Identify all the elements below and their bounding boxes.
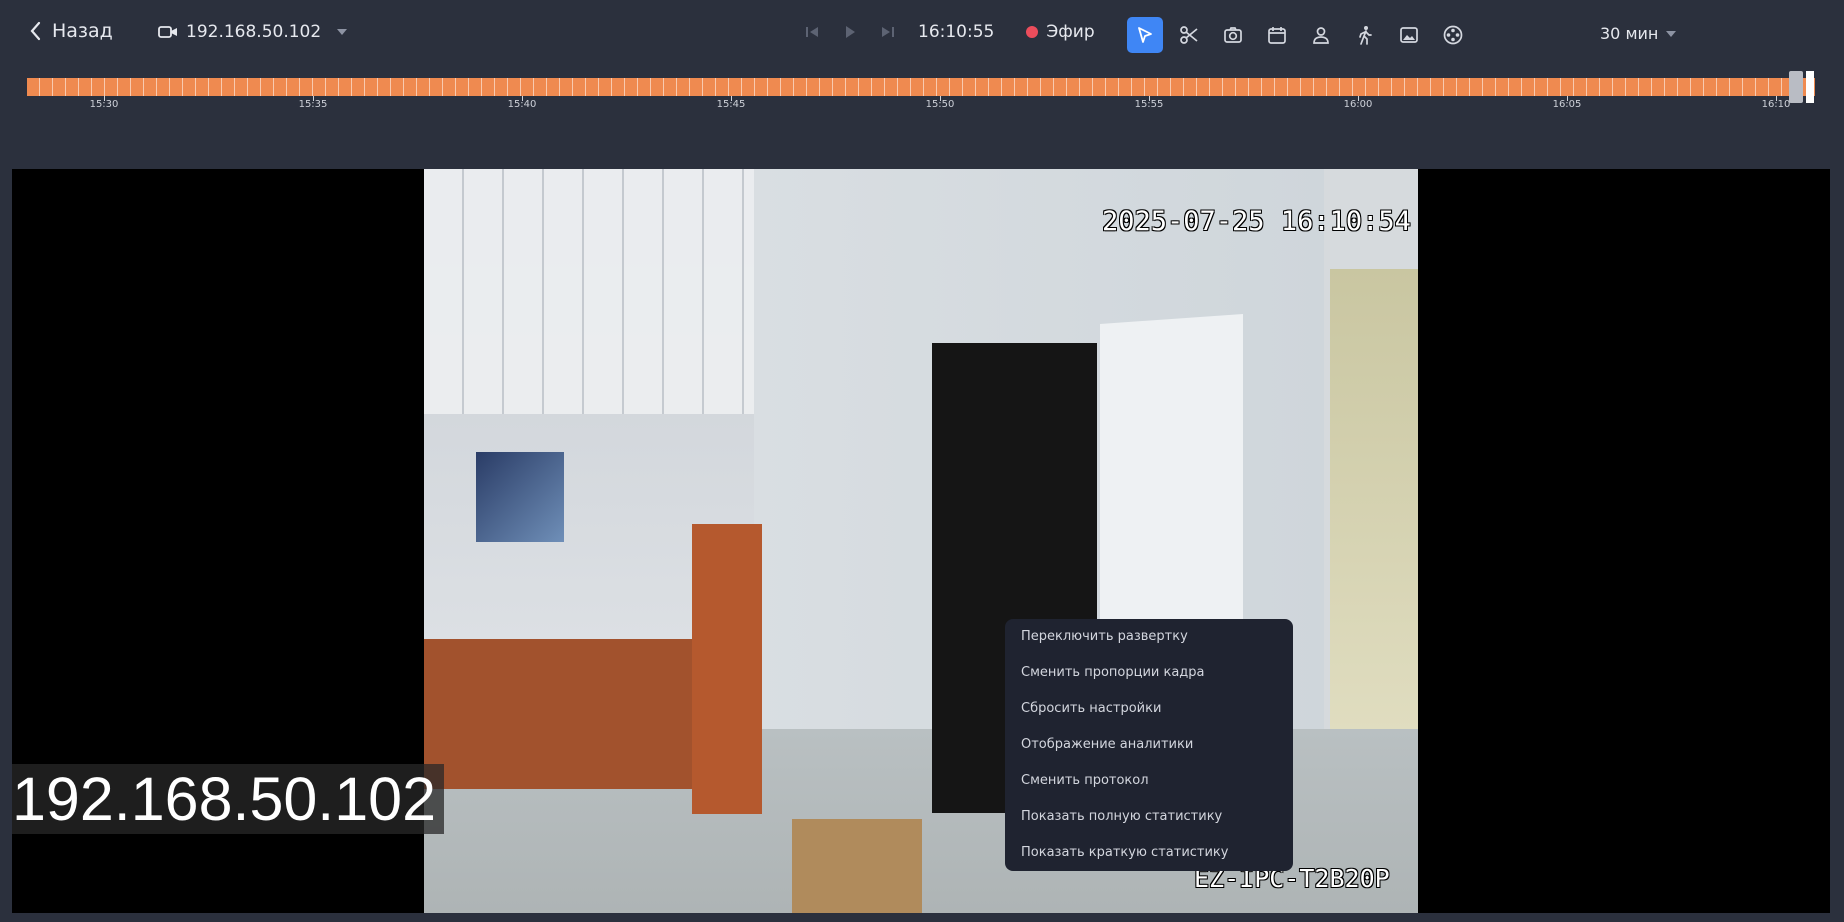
menu-item-reset-settings[interactable]: Сбросить настройки <box>1005 697 1293 733</box>
calendar-icon <box>1268 27 1286 44</box>
timeline-tick-label: 15:50 <box>925 99 955 110</box>
person-icon <box>1313 27 1329 44</box>
timeline-tick-label: 16:00 <box>1343 99 1373 110</box>
menu-item-analytics-display[interactable]: Отображение аналитики <box>1005 733 1293 769</box>
play-icon <box>846 26 855 38</box>
menu-item-switch-scan[interactable]: Переключить развертку <box>1005 625 1293 661</box>
skip-forward-icon <box>882 27 894 37</box>
menu-item-change-protocol[interactable]: Сменить протокол <box>1005 769 1293 805</box>
back-label: Назад <box>52 20 113 42</box>
scene-desk <box>424 639 724 789</box>
live-label: Эфир <box>1046 22 1095 42</box>
video-timestamp-overlay: 2025-07-25 16:10:54 <box>1102 206 1411 237</box>
current-time: 16:10:55 <box>918 22 995 42</box>
chevron-down-icon <box>337 29 348 35</box>
scene-cabinet <box>692 524 762 814</box>
play-button[interactable] <box>840 22 860 42</box>
walking-person-icon <box>1359 26 1372 45</box>
cut-tool-button[interactable] <box>1171 17 1207 53</box>
video-camera-icon <box>158 26 177 38</box>
live-button[interactable]: Эфир <box>1026 22 1095 42</box>
pointer-icon <box>1138 27 1152 43</box>
person-filter-button[interactable] <box>1303 17 1339 53</box>
camera-select-value: 192.168.50.102 <box>186 22 322 42</box>
chevron-left-icon <box>30 21 41 41</box>
menu-item-aspect-ratio[interactable]: Сменить пропорции кадра <box>1005 661 1293 697</box>
skip-back-icon <box>806 27 818 37</box>
timeline-tick-label: 16:05 <box>1552 99 1582 110</box>
range-select[interactable]: 30 мин <box>1600 24 1677 43</box>
pointer-tool-button[interactable] <box>1127 17 1163 53</box>
timeline-cursor[interactable] <box>1806 71 1814 103</box>
image-icon <box>1400 27 1418 43</box>
skip-forward-button[interactable] <box>878 22 898 42</box>
timeline-handle[interactable] <box>1789 71 1803 103</box>
scissors-icon <box>1180 26 1198 44</box>
chevron-down-icon <box>1666 30 1677 37</box>
timeline-tick-label: 15:45 <box>716 99 746 110</box>
timeline-tick-label: 15:30 <box>89 99 119 110</box>
snapshot-button[interactable] <box>1215 17 1251 53</box>
scene-painting <box>476 452 564 542</box>
toolbar <box>1127 17 1471 53</box>
timeline-tick-label: 15:55 <box>1134 99 1164 110</box>
camera-icon <box>1224 27 1242 43</box>
scene-ceiling <box>424 169 754 414</box>
menu-item-full-stats[interactable]: Показать полную статистику <box>1005 805 1293 841</box>
range-select-value: 30 мин <box>1600 24 1659 43</box>
timeline-bar[interactable] <box>27 78 1815 96</box>
timeline-tick-label: 15:35 <box>298 99 328 110</box>
menu-item-brief-stats[interactable]: Показать краткую статистику <box>1005 841 1293 877</box>
top-bar: Назад 192.168.50.102 16:10:55 Эфир 30 ми… <box>0 0 1844 70</box>
skip-back-button[interactable] <box>802 22 822 42</box>
motion-filter-button[interactable] <box>1347 17 1383 53</box>
scene-box <box>792 819 922 913</box>
calendar-button[interactable] <box>1259 17 1295 53</box>
film-reel-button[interactable] <box>1435 17 1471 53</box>
timeline-tick-label: 16:10 <box>1761 99 1791 110</box>
video-viewport[interactable]: 2025-07-25 16:10:54 EZ-IPC-T2B20P 192.16… <box>12 169 1830 913</box>
timeline-tick-label: 15:40 <box>507 99 537 110</box>
camera-select[interactable]: 192.168.50.102 <box>158 22 348 42</box>
image-button[interactable] <box>1391 17 1427 53</box>
context-menu: Переключить развертку Сменить пропорции … <box>1005 619 1293 871</box>
playback-controls: 16:10:55 Эфир <box>802 22 1095 42</box>
film-reel-icon <box>1443 25 1463 45</box>
camera-name-overlay: 192.168.50.102 <box>12 764 445 834</box>
live-dot-icon <box>1026 26 1039 38</box>
back-button[interactable]: Назад <box>28 20 113 42</box>
